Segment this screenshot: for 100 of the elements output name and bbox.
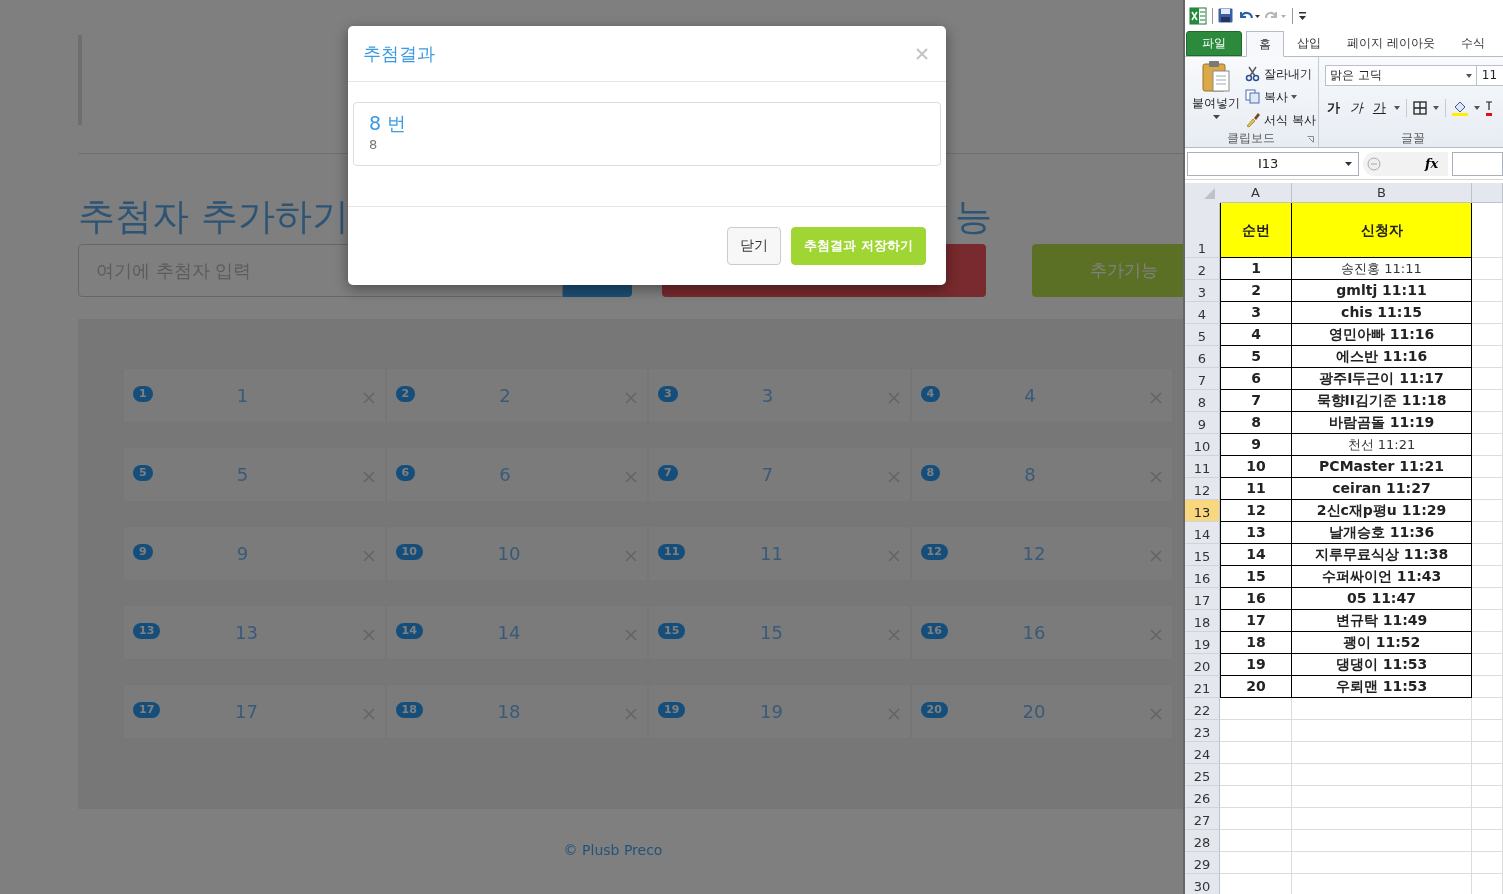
row-header[interactable]: 21 [1185, 676, 1220, 698]
table-cell: 05 11:47 [1292, 588, 1472, 610]
font-name-field[interactable]: 맑은 고딕 [1324, 65, 1477, 86]
splitter-handle-icon[interactable] [1367, 155, 1381, 172]
font-color-icon[interactable] [1485, 100, 1492, 116]
dialog-launcher-icon[interactable] [1306, 136, 1314, 143]
save-icon[interactable] [1218, 8, 1233, 23]
row-header[interactable]: 9 [1185, 412, 1220, 434]
page-heading: 추첨자 추가하기 [78, 194, 349, 240]
ribbon-tab[interactable]: 페이지 레이아웃 [1334, 31, 1448, 56]
number-badge: 20 [920, 702, 948, 718]
row-header[interactable]: 5 [1185, 324, 1220, 346]
row-header[interactable]: 3 [1185, 280, 1220, 302]
table-cell: 17 [1220, 610, 1292, 632]
borders-icon[interactable] [1412, 101, 1427, 115]
close-icon[interactable] [916, 47, 928, 60]
ribbon-tab[interactable]: 수식 [1447, 31, 1498, 56]
insert-function-button[interactable]: fx [1425, 156, 1439, 171]
empty-cell [1472, 566, 1503, 588]
entry-name: 12 [1021, 543, 1047, 564]
bold-button[interactable]: 가 [1324, 99, 1342, 117]
empty-cell [1472, 390, 1503, 412]
table-cell: 괭이 11:52 [1292, 632, 1472, 654]
ribbon-tab[interactable]: 홈 [1246, 31, 1284, 57]
row-header[interactable]: 13 [1185, 500, 1220, 522]
table-cell: 1 [1220, 258, 1292, 280]
row-header[interactable]: 25 [1185, 764, 1220, 786]
name-box[interactable]: I13 [1187, 151, 1359, 176]
number-badge: 9 [133, 544, 153, 560]
table-cell: 8 [1220, 412, 1292, 434]
table-cell: 바람곰돌 11:19 [1292, 412, 1472, 434]
empty-cell [1472, 654, 1503, 676]
row-header[interactable]: 8 [1185, 390, 1220, 412]
row-header[interactable]: 27 [1185, 808, 1220, 830]
font-size-field[interactable]: 11 [1476, 65, 1503, 86]
table-cell: 15 [1220, 566, 1292, 588]
empty-cell [1472, 258, 1503, 280]
row-header[interactable]: 24 [1185, 742, 1220, 764]
row-header[interactable]: 20 [1185, 654, 1220, 676]
caret-icon[interactable] [1393, 106, 1400, 110]
row-header[interactable]: 12 [1185, 478, 1220, 500]
number-badge: 5 [133, 465, 153, 481]
entry-name: 2 [498, 385, 512, 406]
row-header[interactable]: 15 [1185, 544, 1220, 566]
row-header[interactable]: 29 [1185, 852, 1220, 874]
table-cell: 16 [1220, 588, 1292, 610]
row-header[interactable]: 19 [1185, 632, 1220, 654]
caret-icon[interactable] [1432, 106, 1439, 110]
row-header[interactable]: 23 [1185, 720, 1220, 742]
page-heading: 능 [955, 194, 992, 240]
column-header[interactable]: B [1292, 183, 1472, 203]
row-header[interactable]: 10 [1185, 434, 1220, 456]
table-cell: 묵향II김기준 11:18 [1292, 390, 1472, 412]
row-header[interactable]: 6 [1185, 346, 1220, 368]
row-header[interactable]: 7 [1185, 368, 1220, 390]
clipboard-icon [1202, 60, 1230, 92]
underline-button[interactable]: 가 [1370, 99, 1388, 117]
entry-name: 7 [760, 464, 775, 485]
empty-cell [1472, 588, 1503, 610]
row-header[interactable]: 4 [1185, 302, 1220, 324]
row-header[interactable]: 30 [1185, 874, 1220, 894]
paste-button[interactable]: 붙여넣기 [1187, 60, 1245, 130]
table-cell: 날개승호 11:36 [1292, 522, 1472, 544]
table-cell: 2신c재p평u 11:29 [1292, 500, 1472, 522]
table-cell: ceiran 11:27 [1292, 478, 1472, 500]
ribbon-tab[interactable]: 삽입 [1284, 31, 1334, 56]
table-cell: 4 [1220, 324, 1292, 346]
column-header[interactable]: A [1220, 183, 1292, 203]
fill-bucket-icon[interactable] [1451, 100, 1468, 116]
row-header[interactable]: 28 [1185, 830, 1220, 852]
format-painter-button[interactable]: 서식 복사 [1245, 110, 1316, 130]
table-cell: 10 [1220, 456, 1292, 478]
customize-icon[interactable] [1298, 10, 1307, 21]
column-header[interactable] [1472, 183, 1503, 203]
entry-name: 20 [1021, 701, 1047, 722]
row-header[interactable]: 1 [1185, 203, 1220, 258]
formula-field[interactable] [1452, 151, 1503, 176]
row-header[interactable]: 14 [1185, 522, 1220, 544]
table-cell: 변규탁 11:49 [1292, 610, 1472, 632]
table-cell: 댕댕이 11:53 [1292, 654, 1472, 676]
number-badge: 10 [395, 544, 423, 560]
row-header[interactable]: 18 [1185, 610, 1220, 632]
close-button[interactable]: 닫기 [727, 227, 782, 265]
row-header[interactable]: 22 [1185, 698, 1220, 720]
row-header[interactable]: 11 [1185, 456, 1220, 478]
row-header[interactable]: 2 [1185, 258, 1220, 280]
caret-icon[interactable] [1473, 106, 1480, 110]
italic-button[interactable]: 가 [1347, 99, 1365, 117]
number-badge: 4 [920, 386, 941, 402]
scissors-icon [1245, 66, 1261, 82]
table-cell: 7 [1220, 390, 1292, 412]
table-cell: PCMaster 11:21 [1292, 456, 1472, 478]
ribbon-tab[interactable]: 파일 [1186, 31, 1242, 56]
entry-name: 14 [496, 622, 522, 643]
row-header[interactable]: 17 [1185, 588, 1220, 610]
copy-button[interactable]: 복사 [1245, 87, 1316, 107]
row-header[interactable]: 26 [1185, 786, 1220, 808]
cut-button[interactable]: 잘라내기 [1245, 64, 1316, 84]
row-header[interactable]: 16 [1185, 566, 1220, 588]
result-title: 8 번 [369, 111, 408, 135]
